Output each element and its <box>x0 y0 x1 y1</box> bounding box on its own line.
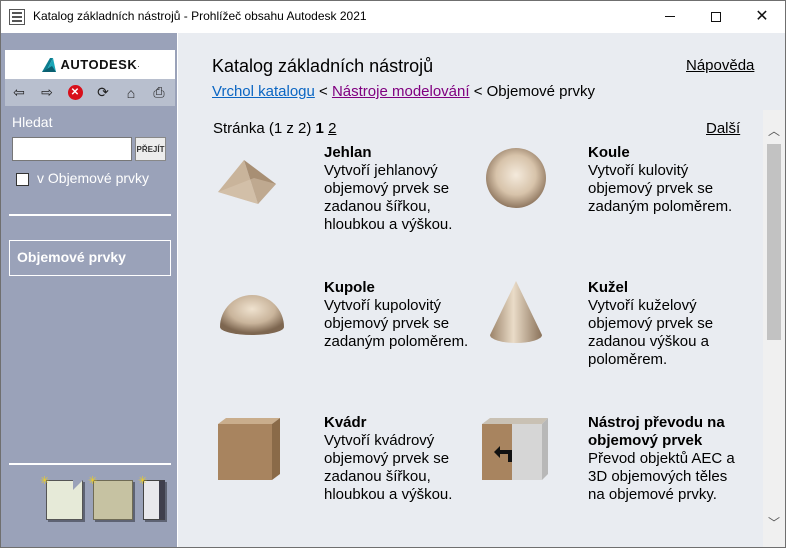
catalog-header: Katalog základních nástrojů Nápověda Vrc… <box>178 33 785 110</box>
tool-description: Vytvoří kuželový objemový prvek se zadan… <box>588 297 714 368</box>
sphere-icon[interactable] <box>478 144 554 214</box>
box-icon[interactable] <box>214 414 290 484</box>
window-title: Katalog základních nástrojů - Prohlížeč … <box>33 9 367 23</box>
scrollbar-thumb[interactable] <box>767 144 781 340</box>
pager-label: Stránka (1 z 2) <box>213 120 312 137</box>
sparkle-icon: ✳ <box>88 475 98 487</box>
convert-to-mass-icon[interactable] <box>478 414 554 484</box>
scroll-up-arrow-icon[interactable]: ︿ <box>763 122 785 138</box>
tool-item[interactable]: Nástroj převodu na objemový prvek Převod… <box>478 414 738 534</box>
close-button[interactable]: ✕ <box>739 1 785 32</box>
pyramid-icon[interactable] <box>214 144 290 214</box>
maximize-icon <box>711 11 721 22</box>
app-window: Katalog základních nástrojů - Prohlížeč … <box>0 0 786 548</box>
title-bar: Katalog základních nástrojů - Prohlížeč … <box>1 1 785 33</box>
sidebar-divider <box>9 214 171 216</box>
maximize-button[interactable] <box>693 1 739 32</box>
search-label: Hledat <box>12 114 53 130</box>
tool-item[interactable]: Jehlan Vytvoří jehlanový objemový prvek … <box>214 144 474 264</box>
scroll-down-arrow-icon[interactable]: ﹀ <box>763 514 785 530</box>
print-icon[interactable]: ⎙ <box>145 82 173 104</box>
tool-description: Vytvoří kulovitý objemový prvek se zadan… <box>588 162 733 215</box>
stop-icon: ✕ <box>67 85 83 100</box>
logo-dot: . <box>137 60 140 69</box>
sidebar: AUTODESK. ⇦ ⇨ ✕ ⟳ ⌂ ⎙ Hledat PŘEJÍT v Ob… <box>1 33 177 547</box>
scope-checkbox[interactable] <box>16 173 29 186</box>
breadcrumb-separator: < <box>314 83 332 100</box>
catalog-app-icon <box>9 9 25 25</box>
tool-item[interactable]: Koule Vytvoří kulovitý objemový prvek se… <box>478 144 738 264</box>
breadcrumb: Vrchol katalogu < Nástroje modelování < … <box>212 83 595 100</box>
breadcrumb-catalog-top[interactable]: Vrchol katalogu <box>212 83 315 100</box>
minimize-icon <box>665 16 675 17</box>
next-page-link[interactable]: Další <box>706 120 740 137</box>
sidebar-divider <box>9 463 171 465</box>
tool-description: Převod objektů AEC a 3D objemových těles… <box>588 450 735 503</box>
tool-name[interactable]: Kužel <box>588 279 748 297</box>
tool-item[interactable]: Kvádr Vytvoří kvádrový objemový prvek se… <box>214 414 474 534</box>
search-input[interactable] <box>12 137 132 161</box>
pager-current-page: 1 <box>315 120 324 137</box>
autodesk-logo: AUTODESK. <box>5 50 175 79</box>
page-title: Katalog základních nástrojů <box>212 56 434 76</box>
home-icon[interactable]: ⌂ <box>117 82 145 104</box>
minimize-button[interactable] <box>647 1 693 32</box>
close-icon: ✕ <box>755 7 769 25</box>
breadcrumb-current: Objemové prvky <box>486 83 596 100</box>
palette-new-icon[interactable] <box>46 480 83 520</box>
cone-icon[interactable] <box>478 279 554 349</box>
back-icon[interactable]: ⇦ <box>5 82 33 104</box>
tool-name[interactable]: Kupole <box>324 279 484 297</box>
autodesk-logo-icon <box>41 57 56 72</box>
tool-description: Vytvoří kvádrový objemový prvek se zadan… <box>324 432 453 503</box>
logo-text: AUTODESK <box>60 57 138 72</box>
pager-page-link[interactable]: 2 <box>328 120 336 137</box>
vertical-scrollbar[interactable]: ︿ ﹀ <box>763 110 785 547</box>
palette-icon[interactable] <box>93 480 133 520</box>
refresh-icon[interactable]: ⟳ <box>89 82 117 104</box>
help-link[interactable]: Nápověda <box>686 57 754 74</box>
tool-item[interactable]: Kužel Vytvoří kuželový objemový prvek se… <box>478 279 738 399</box>
breadcrumb-modeling-tools[interactable]: Nástroje modelování <box>332 83 470 100</box>
tool-description: Vytvoří jehlanový objemový prvek se zada… <box>324 162 453 233</box>
sparkle-icon: ✳ <box>138 475 148 487</box>
dome-icon[interactable] <box>214 279 290 349</box>
tool-item[interactable]: Kupole Vytvoří kupolovitý objemový prvek… <box>214 279 474 399</box>
tool-name[interactable]: Kvádr <box>324 414 484 432</box>
tool-name[interactable]: Jehlan <box>324 144 484 162</box>
sparkle-icon: ✳ <box>40 475 50 487</box>
forward-icon[interactable]: ⇨ <box>33 82 61 104</box>
sidebar-category-objemove-prvky[interactable]: Objemové prvky <box>9 240 171 276</box>
tool-catalog-content: Stránka (1 z 2) 1 2 Další Jehlan Vytvoří… <box>178 110 763 547</box>
pager: Stránka (1 z 2) 1 2 <box>213 120 336 137</box>
tool-name[interactable]: Koule <box>588 144 748 162</box>
stop-button[interactable]: ✕ <box>61 82 89 104</box>
tool-name[interactable]: Nástroj převodu na objemový prvek <box>588 414 748 450</box>
go-button[interactable]: PŘEJÍT <box>135 137 166 161</box>
scope-checkbox-label: v Objemové prvky <box>37 170 150 186</box>
navigation-toolbar: ⇦ ⇨ ✕ ⟳ ⌂ ⎙ <box>5 79 175 106</box>
tool-description: Vytvoří kupolovitý objemový prvek se zad… <box>324 297 469 350</box>
breadcrumb-separator: < <box>469 83 487 100</box>
